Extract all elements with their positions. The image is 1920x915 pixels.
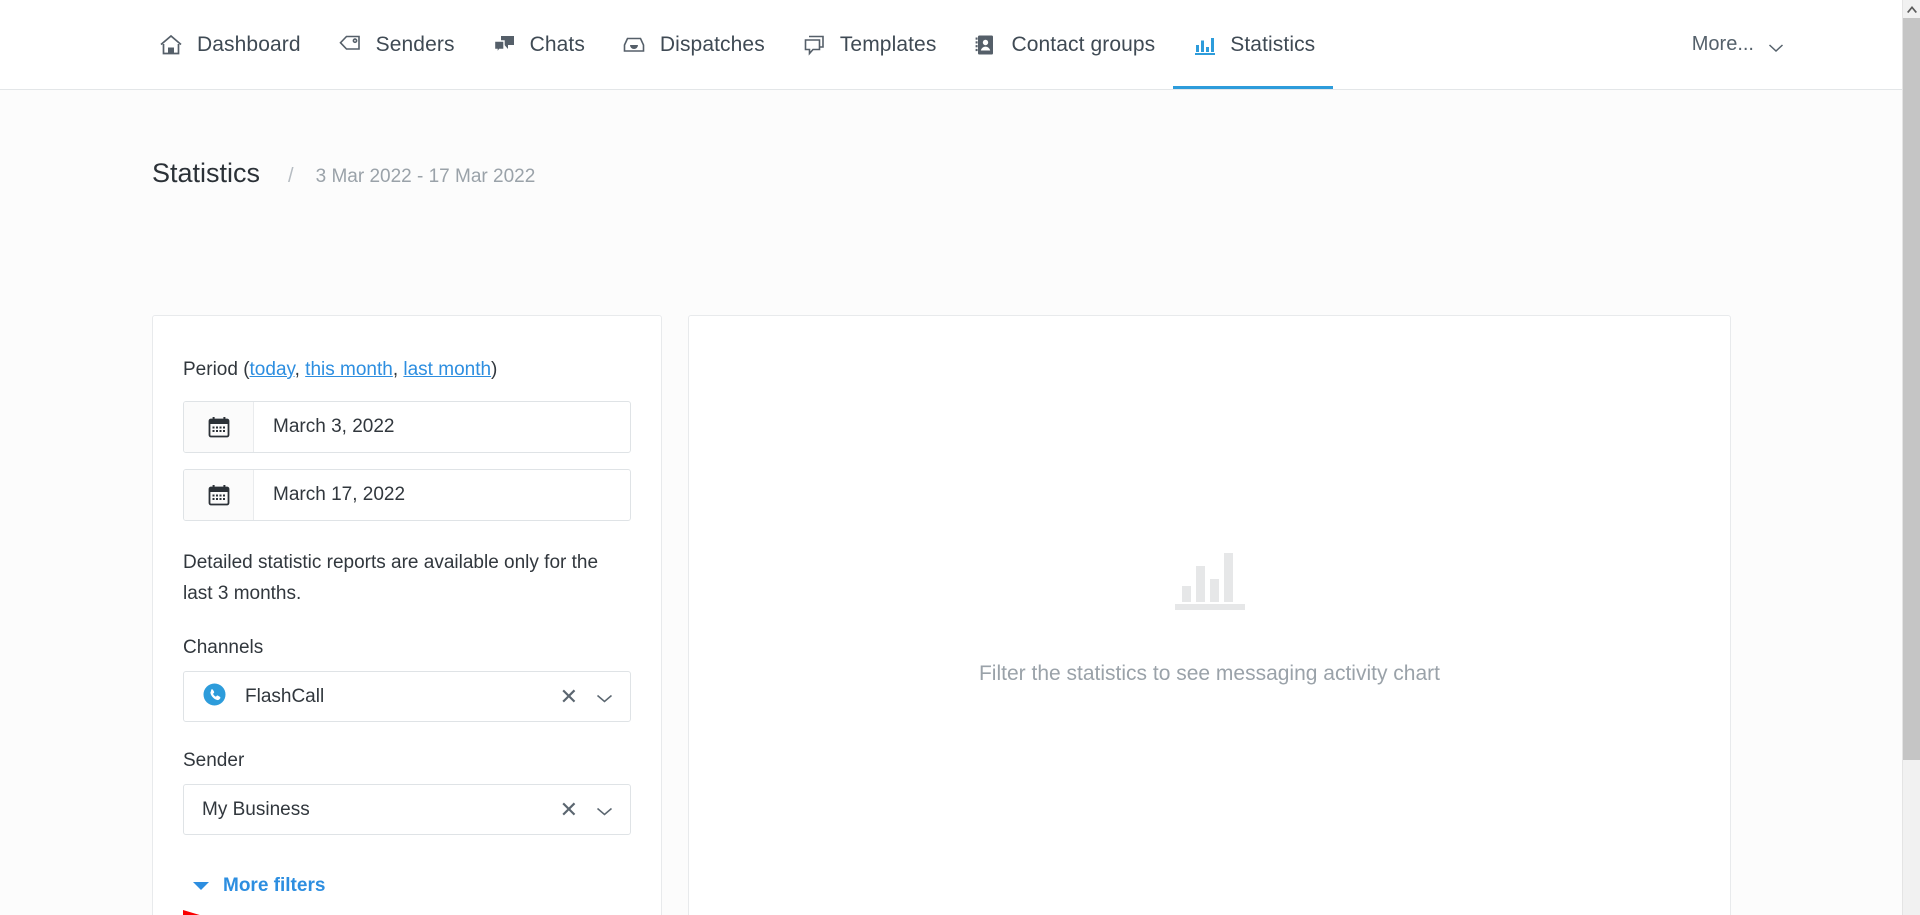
more-filters-toggle[interactable]: More filters [193,875,325,897]
breadcrumb: Statistics / 3 Mar 2022 - 17 Mar 2022 [152,158,535,189]
period-link-last-month[interactable]: last month [403,359,491,380]
nav-item-chats[interactable]: Chats [473,0,603,89]
nav-more-label: More... [1691,33,1754,55]
period-separator-2: , [392,359,404,380]
top-navigation-bar: Dashboard Senders Chats Dispatches Templ… [0,0,1902,90]
sender-label: Sender [183,750,245,771]
nav-more-menu[interactable]: More... [1692,0,1784,89]
nav-item-label: Statistics [1230,32,1316,56]
page-title: Statistics [152,158,261,188]
filters-panel: Period (today, this month, last month) M… [152,315,662,915]
period-links: Period (today, this month, last month) [183,359,621,381]
address-book-icon [972,32,998,58]
date-from-value: March 3, 2022 [273,416,395,437]
tag-icon [337,32,363,58]
date-to-value: March 17, 2022 [273,484,406,505]
bar-chart-placeholder-icon [1173,548,1247,615]
channels-label: Channels [183,637,264,658]
chevron-down-icon[interactable] [596,804,613,816]
breadcrumb-separator: / [288,165,294,187]
filters-hint-text: Detailed statistic reports are available… [183,552,599,604]
period-separator-1: , [294,359,306,380]
chart-panel: Filter the statistics to see messaging a… [688,315,1731,915]
nav-item-senders[interactable]: Senders [319,0,473,89]
page-content: Statistics / 3 Mar 2022 - 17 Mar 2022 Pe… [0,90,1902,915]
chevron-down-icon [1768,40,1784,52]
nav-item-label: Dispatches [659,32,765,56]
nav-item-dashboard[interactable]: Dashboard [140,0,319,89]
page-scrollbar[interactable] [1902,0,1920,915]
nav-item-label: Templates [839,32,937,56]
nav-item-list: Dashboard Senders Chats Dispatches Templ… [140,0,1334,89]
home-icon [158,32,184,58]
sender-value: My Business [202,798,310,820]
nav-item-statistics[interactable]: Statistics [1173,0,1334,89]
close-icon[interactable]: ✕ [560,685,578,708]
chat-bubbles-icon [491,32,517,58]
nav-item-templates[interactable]: Templates [783,0,955,89]
period-suffix: ) [491,359,498,380]
calendar-icon [184,402,254,452]
channels-value: FlashCall [245,685,325,707]
nav-item-label: Chats [529,32,585,56]
nav-item-label: Contact groups [1011,32,1156,56]
date-to-field[interactable]: March 17, 2022 [183,469,631,521]
nav-item-label: Dashboard [197,32,301,56]
scroll-up-arrow-icon[interactable] [1903,0,1920,18]
period-prefix: Period ( [183,359,250,380]
period-link-this-month[interactable]: this month [305,359,393,380]
nav-item-label: Senders [375,32,455,56]
chevron-down-icon[interactable] [596,691,613,703]
sender-select[interactable]: My Business ✕ [183,784,631,835]
period-link-today[interactable]: today [250,359,295,380]
inbox-icon [621,32,647,58]
close-icon[interactable]: ✕ [560,798,578,821]
nav-item-contact-groups[interactable]: Contact groups [954,0,1173,89]
bar-chart-icon [1191,32,1217,58]
breadcrumb-date-range: 3 Mar 2022 - 17 Mar 2022 [315,166,536,187]
copy-bubble-icon [801,32,827,58]
scrollbar-thumb[interactable] [1903,18,1920,760]
nav-item-dispatches[interactable]: Dispatches [603,0,783,89]
chart-placeholder-text: Filter the statistics to see messaging a… [978,661,1440,685]
date-from-field[interactable]: March 3, 2022 [183,401,631,453]
channels-select[interactable]: FlashCall ✕ [183,671,631,722]
triangle-down-icon [193,882,209,890]
more-filters-label: More filters [223,875,326,896]
calendar-icon [184,470,254,520]
flashcall-phone-icon [202,682,227,712]
